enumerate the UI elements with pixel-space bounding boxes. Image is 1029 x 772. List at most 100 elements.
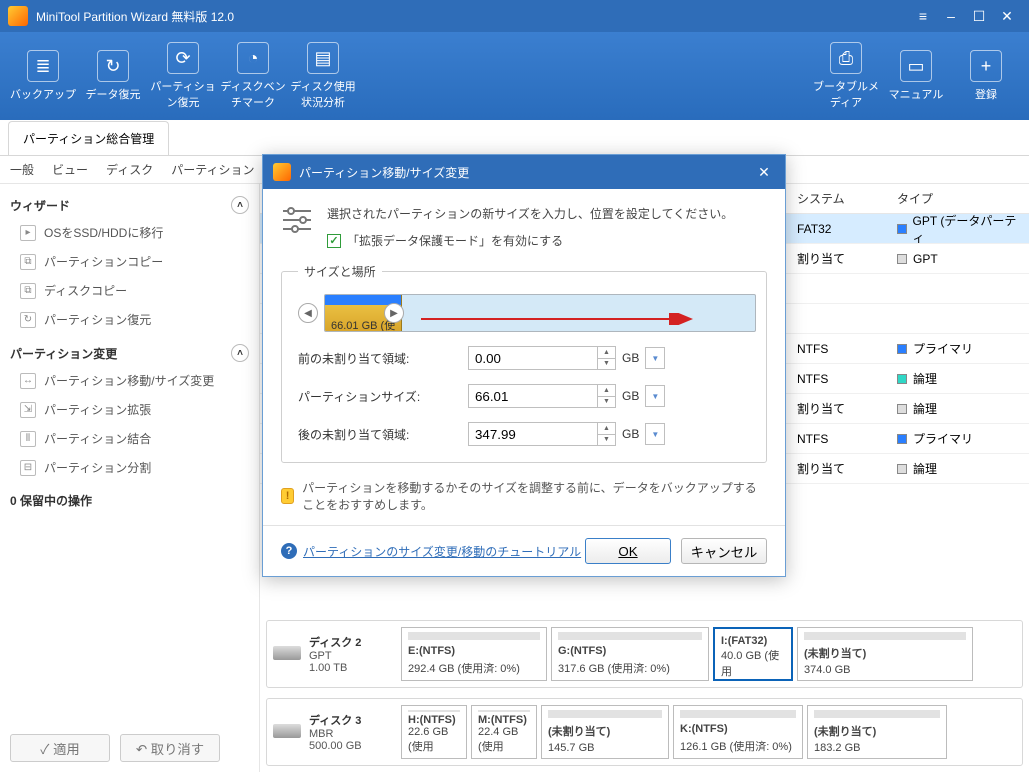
sidebar-item-migrate-os[interactable]: ▸ OSをSSD/HDDに移行 <box>6 218 253 247</box>
before-unalloc-input[interactable]: ▲▼ <box>468 346 616 370</box>
unit-dropdown[interactable]: ▼ <box>645 385 665 407</box>
sidebar-item-copy-partition[interactable]: ⧉パーティションコピー <box>6 247 253 276</box>
sidebar-item-label: ディスクコピー <box>44 282 127 299</box>
chevron-up-icon[interactable]: ˄ <box>231 196 249 214</box>
sidebar-item-recover-partition[interactable]: ↻ パーティション復元 <box>6 305 253 334</box>
color-square-icon <box>897 434 907 444</box>
migrate-icon: ▸ <box>20 225 36 241</box>
color-square-icon <box>897 374 907 384</box>
tutorial-link[interactable]: ? パーティションのサイズ変更/移動のチュートリアル <box>281 543 581 560</box>
cell-system: NTFS <box>789 342 889 356</box>
after-unalloc-field[interactable] <box>468 422 598 446</box>
wizard-header[interactable]: ウィザード ˄ <box>6 192 253 218</box>
partition-block[interactable]: M:(NTFS)22.4 GB (使用 <box>471 705 537 759</box>
color-square-icon <box>897 404 907 414</box>
checkbox-checked-icon: ✓ <box>327 234 341 248</box>
after-unalloc-input[interactable]: ▲▼ <box>468 422 616 446</box>
cell-system: 割り当て <box>789 400 889 417</box>
cell-system: 割り当て <box>789 460 889 477</box>
step-up-icon[interactable]: ▲ <box>598 423 615 435</box>
sidebar-item-extend[interactable]: ⇲パーティション拡張 <box>6 395 253 424</box>
undo-button[interactable]: ↶ 取り消す <box>120 734 220 762</box>
disk-size: 1.00 TB <box>309 662 395 674</box>
cancel-button[interactable]: キャンセル <box>681 538 767 564</box>
protect-mode-checkbox[interactable]: ✓ 「拡張データ保護モード」を有効にする <box>327 232 767 249</box>
data-recovery-button[interactable]: ↻ データ復元 <box>78 38 148 114</box>
menu-view[interactable]: ビュー <box>52 161 88 178</box>
partition-block[interactable]: (未割り当て)183.2 GB <box>807 705 947 759</box>
menu-partition[interactable]: パーティション <box>171 161 254 178</box>
partition-block[interactable]: K:(NTFS)126.1 GB (使用済: 0%) <box>673 705 803 759</box>
hamburger-icon[interactable]: ≡ <box>909 4 937 28</box>
disk-benchmark-button[interactable]: ◔ディスクベンチマーク <box>218 38 288 114</box>
step-up-icon[interactable]: ▲ <box>598 385 615 397</box>
checkbox-label: 「拡張データ保護モード」を有効にする <box>347 232 563 249</box>
apply-button[interactable]: ✓ 適用 <box>10 734 110 762</box>
annotation-arrow-icon <box>421 313 701 325</box>
close-button[interactable]: ✕ <box>993 4 1021 28</box>
partition-block[interactable]: I:(FAT32)40.0 GB (使用 <box>713 627 793 681</box>
ribbon-label: ディスク使用状況分析 <box>288 78 358 110</box>
dialog-close-button[interactable]: ✕ <box>753 161 775 183</box>
hdd-icon <box>273 646 301 660</box>
split-icon: ⊟ <box>20 460 36 476</box>
col-system[interactable]: システム <box>789 190 889 207</box>
left-panel: ウィザード ˄ ▸ OSをSSD/HDDに移行 ⧉パーティションコピー ⧉ディスク… <box>0 184 260 772</box>
warning-icon: ! <box>281 488 294 504</box>
col-type[interactable]: タイプ <box>889 190 1029 207</box>
recovery-icon: ↻ <box>97 50 129 82</box>
group-legend: サイズと場所 <box>298 263 382 280</box>
unit-dropdown[interactable]: ▼ <box>645 347 665 369</box>
menu-general[interactable]: 一般 <box>10 161 34 178</box>
partition-block[interactable]: G:(NTFS)317.6 GB (使用済: 0%) <box>551 627 709 681</box>
partition-recovery-button[interactable]: ⟳パーティション復元 <box>148 38 218 114</box>
sidebar-item-merge[interactable]: ⫴パーティション結合 <box>6 424 253 453</box>
partition-block[interactable]: E:(NTFS)292.4 GB (使用済: 0%) <box>401 627 547 681</box>
sidebar-item-split[interactable]: ⊟パーティション分割 <box>6 453 253 482</box>
ribbon-label: 登録 <box>975 86 997 102</box>
recover-icon: ↻ <box>20 312 36 328</box>
disk-name: ディスク 3 <box>309 712 395 728</box>
tab-partition-management[interactable]: パーティション総合管理 <box>8 121 169 155</box>
partition-block[interactable]: (未割り当て)145.7 GB <box>541 705 669 759</box>
app-logo-icon <box>8 6 28 26</box>
before-unalloc-field[interactable] <box>468 346 598 370</box>
step-down-icon[interactable]: ▼ <box>598 397 615 408</box>
partition-block[interactable]: (未割り当て)374.0 GB <box>797 627 973 681</box>
disk-usage-button[interactable]: ▤ ディスク使用状況分析 <box>288 38 358 114</box>
resize-icon: ↔ <box>20 373 36 389</box>
app-title: MiniTool Partition Wizard 無料版 12.0 <box>36 8 909 25</box>
ribbon-label: パーティション復元 <box>148 78 218 110</box>
step-down-icon[interactable]: ▼ <box>598 359 615 370</box>
maximize-button[interactable]: ☐ <box>965 4 993 28</box>
minimize-button[interactable]: – <box>937 4 965 28</box>
change-header[interactable]: パーティション変更 ˄ <box>6 340 253 366</box>
backup-button[interactable]: ≣バックアップ <box>8 38 78 114</box>
cell-type: 論理 <box>889 460 1029 477</box>
register-button[interactable]: +登録 <box>951 38 1021 114</box>
disk-name: ディスク 2 <box>309 634 395 650</box>
partition-block[interactable]: H:(NTFS)22.6 GB (使用 <box>401 705 467 759</box>
sidebar-item-copy-disk[interactable]: ⧉ディスクコピー <box>6 276 253 305</box>
step-up-icon[interactable]: ▲ <box>598 347 615 359</box>
merge-icon: ⫴ <box>20 431 36 447</box>
ok-button[interactable]: OK <box>585 538 671 564</box>
disk-meta: ディスク 2 GPT 1.00 TB <box>309 634 395 674</box>
menu-disk[interactable]: ディスク <box>106 161 153 178</box>
sidebar-item-label: OSをSSD/HDDに移行 <box>44 224 163 241</box>
chevron-up-icon[interactable]: ˄ <box>231 344 249 362</box>
step-down-icon[interactable]: ▼ <box>598 435 615 446</box>
slider-handle-button[interactable]: ▶ <box>384 303 404 323</box>
partition-size-field[interactable] <box>468 384 598 408</box>
slider-left-button[interactable]: ◀ <box>298 303 318 323</box>
unit-dropdown[interactable]: ▼ <box>645 423 665 445</box>
cell-system: NTFS <box>789 432 889 446</box>
manual-button[interactable]: ▭マニュアル <box>881 38 951 114</box>
ribbon-label: データ復元 <box>86 86 141 102</box>
partition-size-input[interactable]: ▲▼ <box>468 384 616 408</box>
unit-label: GB <box>622 351 639 365</box>
bootable-media-button[interactable]: ⎙ブータブルメディア <box>811 38 881 114</box>
sidebar-item-label: パーティション復元 <box>44 311 151 328</box>
usage-icon: ▤ <box>307 42 339 74</box>
sidebar-item-move-resize[interactable]: ↔パーティション移動/サイズ変更 <box>6 366 253 395</box>
